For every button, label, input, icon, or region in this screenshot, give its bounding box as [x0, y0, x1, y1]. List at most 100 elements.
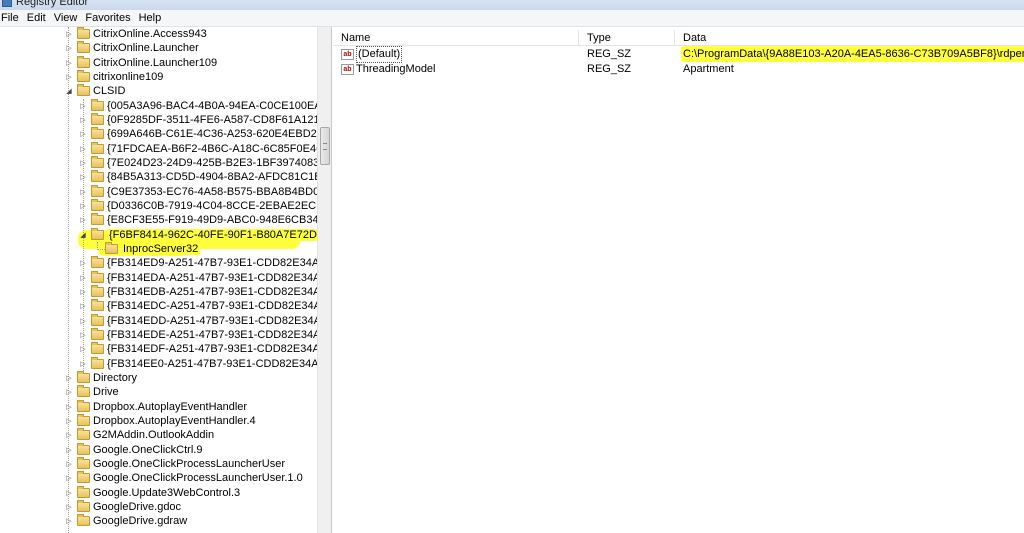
- expand-icon[interactable]: ▷: [78, 342, 88, 356]
- tree-item[interactable]: ▷ {FB314EDA-A251-47B7-93E1-CDD82E34AF8B}: [78, 270, 331, 285]
- tree-item[interactable]: ▷ {7E024D23-24D9-425B-B2E3-1BF397408365}: [78, 155, 332, 170]
- folder-icon: [91, 227, 104, 240]
- expand-icon[interactable]: ▷: [78, 142, 88, 156]
- expand-icon[interactable]: ▷: [78, 256, 88, 270]
- value-name: (Default): [356, 46, 403, 63]
- folder-icon: [77, 413, 90, 426]
- expand-icon[interactable]: ▷: [64, 400, 74, 414]
- column-header-name[interactable]: Name: [333, 30, 579, 46]
- tree-item[interactable]: ▷ {84B5A313-CD5D-4904-8BA2-AFDC81C1B309}: [78, 170, 331, 184]
- value-row-threadingmodel[interactable]: ab ThreadingModel REG_SZ Apartment: [333, 62, 1024, 77]
- tree-item[interactable]: ▷ {71FDCAEA-B6F2-4B6C-A18C-6C85F0E4662F}: [78, 141, 331, 156]
- tree-item[interactable]: ▷ {699A646B-C61E-4C36-A253-620E4EBD294C}: [78, 127, 331, 141]
- tree-item[interactable]: ▷ GoogleDrive.gdraw: [64, 514, 187, 528]
- tree-item[interactable]: ▷ CitrixOnline.Launcher109: [64, 55, 217, 70]
- menu-help[interactable]: Help: [138, 12, 168, 24]
- window-title: Registry Editor: [16, 0, 89, 8]
- tree-item[interactable]: ▷ Google.OneClickProcessLauncherUser: [64, 456, 285, 471]
- folder-icon: [91, 155, 104, 168]
- menu-view[interactable]: View: [53, 12, 84, 24]
- value-row-default[interactable]: ab (Default) REG_SZ C:\ProgramData\{9A88…: [333, 46, 1024, 63]
- tree-item[interactable]: ▷ {FB314ED9-A251-47B7-93E1-CDD82E34AF8B}: [78, 256, 331, 270]
- expand-icon[interactable]: ▷: [64, 486, 74, 500]
- expand-icon[interactable]: ▷: [78, 185, 88, 199]
- tree-item[interactable]: ▷ Google.OneClickCtrl.9: [64, 442, 202, 457]
- menu-file[interactable]: File: [0, 12, 25, 24]
- tree-item-label: CitrixOnline.Launcher: [93, 42, 199, 55]
- expand-icon[interactable]: ▷: [64, 70, 74, 84]
- tree-item[interactable]: ▷ G2MAddin.OutlookAddin: [64, 428, 214, 442]
- tree-item[interactable]: ▷ Directory: [64, 370, 137, 385]
- tree-item[interactable]: ▷ {E8CF3E55-F919-49D9-ABC0-948E6CB34B9F}: [78, 213, 331, 227]
- tree-item[interactable]: ▷ CitrixOnline.Launcher: [64, 41, 199, 55]
- scrollbar-thumb[interactable]: [320, 127, 330, 165]
- expand-icon[interactable]: ▷: [78, 170, 88, 184]
- expand-icon[interactable]: ▷: [78, 199, 88, 213]
- expand-icon[interactable]: ▷: [78, 328, 88, 342]
- tree-item[interactable]: ▷ Dropbox.AutoplayEventHandler.4: [64, 413, 256, 428]
- expand-icon[interactable]: ▷: [64, 371, 74, 385]
- menu-edit[interactable]: Edit: [26, 12, 52, 24]
- tree-item[interactable]: ▷ {FB314EDC-A251-47B7-93E1-CDD82E34AF8B}: [78, 299, 331, 313]
- expand-icon[interactable]: ▷: [78, 285, 88, 299]
- tree-item[interactable]: ▷ {D0336C0B-7919-4C04-8CCE-2EBAE2ECE8C9}: [78, 198, 331, 213]
- expand-icon[interactable]: ▷: [64, 56, 74, 70]
- expand-icon[interactable]: ▷: [64, 514, 74, 528]
- tree-item-label: GoogleDrive.gdraw: [93, 515, 188, 528]
- folder-icon: [77, 485, 90, 498]
- tree-item[interactable]: ▷ Dropbox.AutoplayEventHandler: [64, 399, 247, 414]
- folder-icon: [91, 198, 104, 211]
- tree-item[interactable]: ▷ {FB314EE0-A251-47B7-93E1-CDD82E34AF8B}: [78, 356, 331, 371]
- tree-item[interactable]: ◢ {F6BF8414-962C-40FE-90F1-B80A7E72DB9A}: [78, 227, 331, 242]
- expand-icon[interactable]: ▷: [64, 27, 74, 41]
- tree-item[interactable]: ▷ citrixonline109: [64, 69, 164, 84]
- expand-icon[interactable]: ▷: [78, 156, 88, 170]
- tree-item[interactable]: ▷ {FB314EDD-A251-47B7-93E1-CDD82E34AF8B}: [78, 313, 331, 328]
- tree-item-label: {FB314EDB-A251-47B7-93E1-CDD82E34AF8B}: [107, 285, 332, 298]
- collapse-icon[interactable]: ◢: [78, 228, 88, 242]
- tree-item[interactable]: ▷ Google.Update3WebControl.3: [64, 485, 240, 500]
- tree-item[interactable]: ▷ CitrixOnline.Access943: [64, 27, 207, 41]
- expand-icon[interactable]: ▷: [64, 41, 74, 55]
- tree-item[interactable]: ▷ {C9E37353-EC76-4A58-B575-BBA8B4BD06D1}: [78, 184, 331, 199]
- expand-icon[interactable]: ▷: [78, 127, 88, 141]
- tree-vertical-scrollbar[interactable]: [317, 27, 331, 533]
- expand-icon[interactable]: ▷: [64, 471, 74, 485]
- tree-item[interactable]: ◢ CLSID: [64, 84, 125, 98]
- expand-icon[interactable]: ▷: [64, 457, 74, 471]
- expand-icon[interactable]: ▷: [78, 99, 88, 113]
- collapse-icon[interactable]: ◢: [64, 84, 74, 98]
- tree-item[interactable]: ▷ Google.OneClickProcessLauncherUser.1.0: [64, 471, 303, 485]
- tree-item[interactable]: ▷ {005A3A96-BAC4-4B0A-94EA-C0CE100EA736}: [78, 98, 331, 113]
- expand-icon[interactable]: ▷: [78, 271, 88, 285]
- column-header-data[interactable]: Data: [675, 30, 1024, 46]
- expand-icon[interactable]: ▷: [64, 414, 74, 428]
- tree-item[interactable]: ▷ {FB314EDF-A251-47B7-93E1-CDD82E34AF8B}: [78, 342, 332, 356]
- tree-item-label: {FB314EDF-A251-47B7-93E1-CDD82E34AF8B}: [107, 343, 332, 356]
- tree-item[interactable]: ▷ {FB314EDE-A251-47B7-93E1-CDD82E34AF8B}: [78, 327, 331, 342]
- registry-key-tree: ▷ CitrixOnline.Access943 ▷ CitrixOnline.Lau…: [0, 27, 332, 533]
- tree-item[interactable]: ▷ GoogleDrive.gdoc: [64, 499, 181, 514]
- expand-icon[interactable]: ▷: [78, 213, 88, 227]
- expand-icon[interactable]: ▷: [78, 314, 88, 328]
- tree-item-label: CitrixOnline.Access943: [93, 28, 207, 40]
- expand-icon[interactable]: ▷: [78, 299, 88, 313]
- tree-item[interactable]: InprocServer32: [92, 241, 201, 256]
- expand-icon[interactable]: ▷: [78, 113, 88, 127]
- expand-icon[interactable]: ▷: [64, 500, 74, 514]
- expand-icon[interactable]: ▷: [64, 385, 74, 399]
- tree-item[interactable]: ▷ Drive: [64, 385, 119, 399]
- expand-icon[interactable]: ▷: [78, 357, 88, 371]
- folder-icon: [91, 141, 104, 154]
- expand-icon[interactable]: ▷: [64, 428, 74, 442]
- expand-icon[interactable]: ▷: [64, 443, 74, 457]
- tree-item[interactable]: ▷ {FB314EDB-A251-47B7-93E1-CDD82E34AF8B}: [78, 284, 332, 299]
- column-header-type[interactable]: Type: [579, 30, 675, 46]
- menu-favorites[interactable]: Favorites: [84, 12, 136, 24]
- tree-item-label: citrixonline109: [93, 70, 164, 83]
- folder-icon: [77, 41, 90, 54]
- tree-item-label: {7E024D23-24D9-425B-B2E3-1BF397408365}: [107, 156, 332, 169]
- folder-icon: [77, 385, 90, 398]
- tree-item[interactable]: ▷ {0F9285DF-3511-4FE6-A587-CD8F61A121CA}: [78, 112, 331, 127]
- title-bar: Registry Editor: [0, 0, 1024, 10]
